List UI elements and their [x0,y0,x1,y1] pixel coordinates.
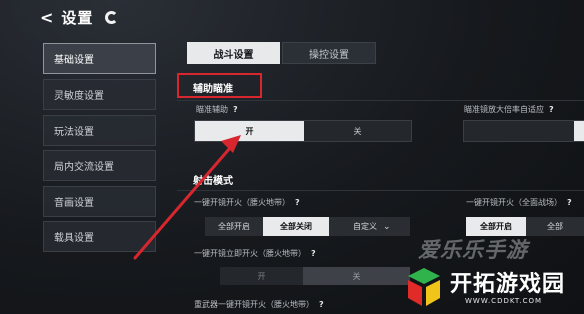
watermark-url: WWW.CDDKT.COM [465,297,543,305]
option-all-partial[interactable]: 全部 [526,217,584,236]
annotation-highlight-box [177,73,262,98]
sidebar-item-sensitivity[interactable]: 灵敏度设置 [43,79,156,110]
scope-adaptive-label: 瞄准镜放大倍率自适应? [464,104,554,115]
aim-assist-toggle[interactable]: 开 关 [194,120,412,142]
sidebar-item-gameplay[interactable]: 玩法设置 [43,115,156,146]
page-title: 设置 [61,8,94,27]
scope-adaptive-label-text: 瞄准镜放大倍率自适应 [464,105,544,114]
help-icon[interactable]: ? [319,300,324,309]
option-custom-label: 自定义 [353,222,377,231]
settings-ring-icon [105,10,119,24]
heavy-weapon-label: 重武器一键开镜开火（腰火地带）? [194,299,324,310]
instant-fire-on-option[interactable]: 开 [220,267,303,285]
help-icon[interactable]: ? [567,198,572,207]
sidebar-item-label: 玩法设置 [54,127,94,138]
help-icon[interactable]: ? [311,249,316,258]
help-icon[interactable]: ? [233,105,238,114]
scope-adaptive-toggle[interactable] [463,120,584,142]
watermark-logo-icon [408,268,440,306]
one-key-hip-label: 一键开镜开火（腰火地带）? [194,197,300,208]
heavy-weapon-label-text: 重武器一键开镜开火（腰火地带） [194,300,314,309]
scope-adaptive-empty-slot[interactable] [464,121,574,141]
tab-combat[interactable]: 战斗设置 [187,42,280,64]
divider [177,190,584,191]
scope-adaptive-selected-option[interactable] [574,121,584,141]
back-arrow-icon[interactable]: < [40,8,53,27]
sidebar-item-label: 局内交流设置 [54,162,114,173]
one-key-hip-segmented[interactable]: 全部开启 全部关闭 自定义 ⌄ [205,217,410,236]
option-all-off[interactable]: 全部关闭 [263,217,329,236]
watermark-top-text: 爱乐乐手游 [418,238,528,262]
aim-assist-label-text: 瞄准辅助 [196,105,228,114]
divider [177,100,584,101]
instant-fire-toggle[interactable]: 开 关 [220,267,410,285]
sidebar-item-vehicle[interactable]: 载具设置 [43,221,156,252]
header-bar: < 设置 [40,6,119,28]
help-icon[interactable]: ? [295,198,300,207]
aim-assist-label: 瞄准辅助? [196,104,238,115]
sidebar-item-label: 灵敏度设置 [54,91,104,102]
sidebar-item-label: 载具设置 [54,233,94,244]
aim-assist-on-option[interactable]: 开 [195,121,304,141]
instant-fire-label: 一键开镜立即开火（腰火地带）? [194,248,316,259]
section-title-fire-mode: 射击模式 [193,176,233,187]
watermark-main-text: 开拓游戏园 [450,272,566,297]
sidebar-item-label: 基础设置 [54,55,94,66]
tab-controls[interactable]: 操控设置 [282,42,376,64]
instant-fire-label-text: 一键开镜立即开火（腰火地带） [194,249,306,258]
sidebar-item-label: 音画设置 [54,198,94,209]
one-key-hip-label-text: 一键开镜开火（腰火地带） [194,198,290,207]
one-key-all-label-text: 一键开镜开火（全面战场） [466,198,562,207]
aim-assist-off-option[interactable]: 关 [304,121,411,141]
option-custom[interactable]: 自定义 ⌄ [329,217,410,236]
sidebar-item-audio-video[interactable]: 音画设置 [43,186,156,217]
chevron-down-icon: ⌄ [383,221,391,232]
sidebar-item-communication[interactable]: 局内交流设置 [43,150,156,181]
sidebar-item-basic[interactable]: 基础设置 [43,43,156,74]
instant-fire-off-option[interactable]: 关 [303,267,410,285]
one-key-all-label: 一键开镜开火（全面战场）? [466,197,572,208]
option-all-on[interactable]: 全部开启 [205,217,263,236]
help-icon[interactable]: ? [549,105,554,114]
